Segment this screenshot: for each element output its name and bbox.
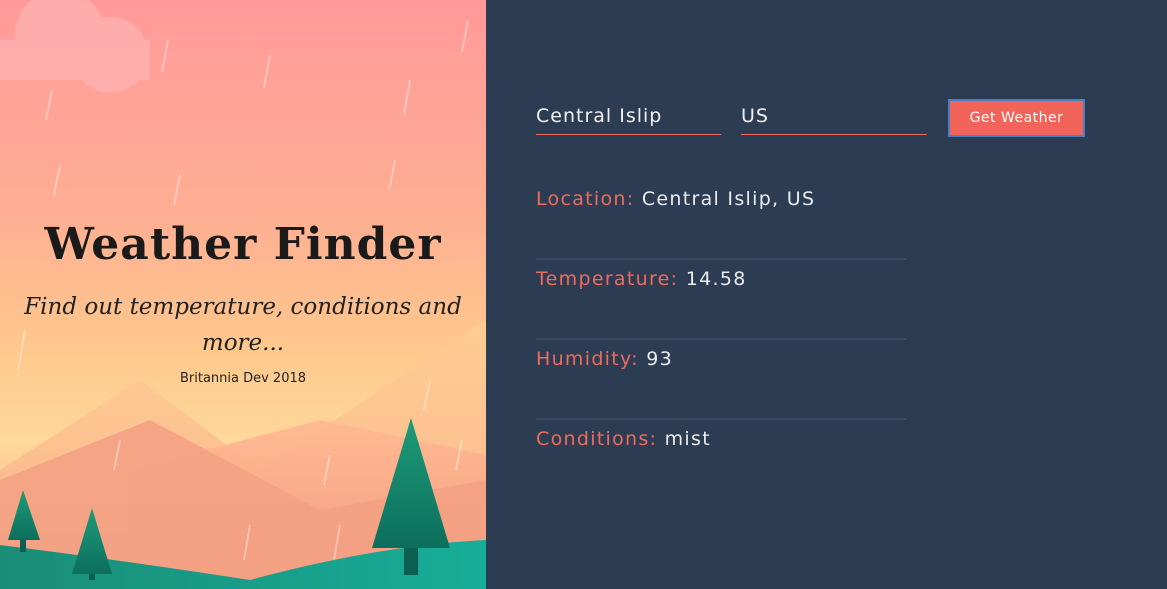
weather-panel: Get Weather Location: Central Islip, US … (486, 0, 1167, 589)
city-field (536, 100, 721, 135)
country-input[interactable] (741, 100, 927, 132)
app-title: Weather Finder (44, 219, 442, 270)
result-conditions: Conditions: mist (536, 420, 907, 500)
country-field (741, 100, 927, 135)
city-input[interactable] (536, 100, 721, 132)
temperature-label: Temperature: (536, 268, 679, 290)
result-temperature: Temperature: 14.58 (536, 260, 907, 340)
result-humidity: Humidity: 93 (536, 340, 907, 420)
hero-text: Weather Finder Find out temperature, con… (0, 215, 486, 386)
cloud-shape (0, 0, 150, 93)
app-subtitle: Find out temperature, conditions and mor… (24, 294, 462, 356)
conditions-label: Conditions: (536, 428, 658, 450)
credit-text: Britannia Dev 2018 (179, 371, 307, 386)
humidity-value: 93 (646, 348, 673, 370)
hero-panel: Weather Finder Find out temperature, con… (0, 0, 486, 589)
location-value: Central Islip, US (641, 188, 816, 210)
location-label: Location: (536, 188, 635, 210)
conditions-value: mist (664, 428, 711, 450)
app: Weather Finder Find out temperature, con… (0, 0, 1167, 589)
result-location: Location: Central Islip, US (536, 180, 907, 260)
humidity-label: Humidity: (536, 348, 639, 370)
get-weather-button[interactable]: Get Weather (948, 99, 1085, 137)
temperature-value: 14.58 (685, 268, 747, 290)
